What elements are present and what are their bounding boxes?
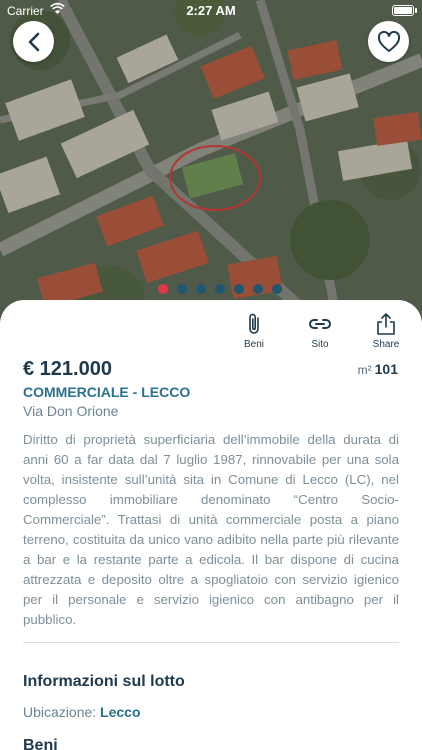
share-icon	[377, 313, 395, 335]
beni-label: Beni	[243, 339, 264, 350]
battery-tip	[415, 8, 417, 13]
carousel-dot[interactable]	[253, 284, 263, 294]
location-info: Ubicazione: Lecco	[23, 704, 141, 720]
area-value: 101	[374, 361, 398, 377]
detail-sheet: Beni Sito Share € 121.000 m² 101 COMMERCI…	[0, 300, 422, 750]
share-button[interactable]: Share	[366, 312, 406, 350]
paperclip-icon	[249, 313, 259, 334]
chevron-left-icon	[28, 32, 39, 51]
carousel-dot[interactable]	[234, 284, 244, 294]
description: Diritto di proprietà superficiaria dell’…	[23, 432, 399, 627]
category-label: COMMERCIALE - LECCO	[23, 384, 191, 400]
divider	[23, 642, 399, 643]
area-unit: m²	[357, 363, 372, 377]
clock: 2:27 AM	[186, 3, 236, 18]
back-button[interactable]	[13, 21, 54, 62]
carousel-dots[interactable]	[0, 284, 422, 294]
price: € 121.000	[23, 358, 112, 380]
link-icon	[309, 319, 331, 329]
lotto-section-title: Informazioni sul lotto	[23, 673, 185, 690]
action-bar: Beni Sito Share	[234, 312, 406, 350]
beni-section-title: Beni	[23, 737, 58, 750]
carousel-dot[interactable]	[177, 284, 187, 294]
location-value: Lecco	[100, 704, 141, 720]
battery-icon	[392, 5, 414, 16]
carousel-dot[interactable]	[196, 284, 206, 294]
beni-button[interactable]: Beni	[234, 312, 274, 350]
carousel-dot[interactable]	[272, 284, 282, 294]
sito-button[interactable]: Sito	[300, 312, 340, 350]
hero-image[interactable]: Carrier 2:27 AM	[0, 0, 422, 335]
sito-label: Sito	[311, 339, 329, 350]
favorite-button[interactable]	[368, 21, 409, 62]
carousel-dot[interactable]	[158, 284, 168, 294]
area: m² 101	[358, 361, 398, 377]
heart-icon	[377, 30, 400, 52]
address: Via Don Orione	[23, 403, 119, 419]
status-bar: Carrier 2:27 AM	[0, 0, 422, 22]
carousel-dot[interactable]	[215, 284, 225, 294]
share-label: Share	[372, 339, 400, 350]
location-label: Ubicazione:	[23, 704, 97, 720]
